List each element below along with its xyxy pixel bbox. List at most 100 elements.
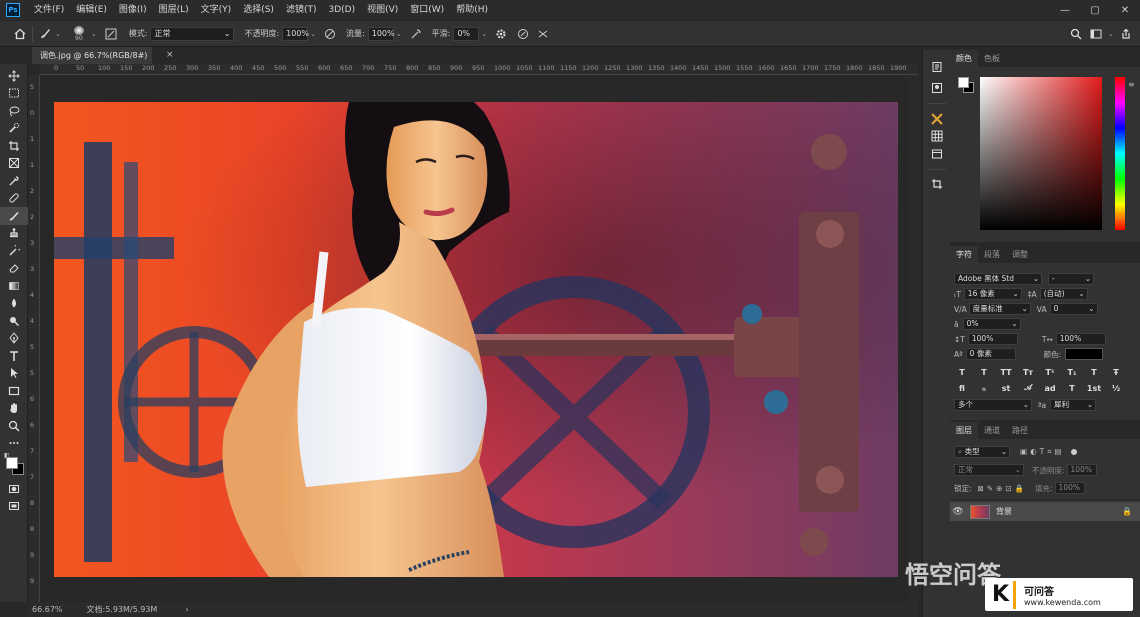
glyph-button[interactable]: T <box>1064 381 1080 395</box>
tool-presets-button[interactable] <box>923 110 951 128</box>
stamp-tool[interactable] <box>0 225 28 243</box>
tab-color-tabs-0[interactable]: 颜色 <box>950 50 978 67</box>
lock-icons[interactable]: ⊠✎⊕⊡🔒 <box>978 484 1027 493</box>
menu-item-9[interactable]: 窗口(W) <box>404 0 450 20</box>
color-swatch-pair[interactable] <box>958 77 974 93</box>
proportional-spacing-select[interactable]: 0% ⌄ <box>962 318 1021 330</box>
menu-item-3[interactable]: 图层(L) <box>153 0 195 20</box>
lasso-tool[interactable] <box>0 102 28 120</box>
layer-filter-select[interactable]: ⌕ 类型 ⌄ <box>954 446 1010 458</box>
gradient-tool[interactable] <box>0 277 28 295</box>
color-field[interactable] <box>980 77 1102 230</box>
opacity-dropdown[interactable]: ⌄ <box>310 30 316 38</box>
search-icon[interactable] <box>1068 26 1084 42</box>
glyph-button[interactable]: T¹ <box>1042 365 1058 379</box>
brush-preset-dropdown[interactable]: ⌄ <box>91 30 97 38</box>
tab-color-tabs-1[interactable]: 色板 <box>978 50 1006 67</box>
menu-item-0[interactable]: 文件(F) <box>28 0 70 20</box>
flow-dropdown[interactable]: ⌄ <box>396 30 402 38</box>
glyph-button[interactable]: T <box>1086 365 1102 379</box>
tab-char-tabs-2[interactable]: 调整 <box>1006 246 1034 263</box>
hue-slider[interactable] <box>1115 77 1125 230</box>
tab-layer-tabs-1[interactable]: 通道 <box>978 422 1006 439</box>
symmetry-icon[interactable] <box>535 26 551 42</box>
brush-preset-picker[interactable]: 90 <box>69 25 89 42</box>
frame-tool[interactable] <box>0 155 28 173</box>
tab-layer-tabs-0[interactable]: 图层 <box>950 422 978 439</box>
canvas-area[interactable] <box>40 75 918 602</box>
brush-tool[interactable] <box>0 207 28 225</box>
glyph-button[interactable]: ℴ <box>976 381 992 395</box>
home-icon[interactable] <box>12 26 28 42</box>
quick-select-tool[interactable] <box>0 120 28 138</box>
pressure-opacity-icon[interactable] <box>322 26 338 42</box>
zoom-tool[interactable] <box>0 417 28 435</box>
workspace-dropdown[interactable]: ⌄ <box>1108 30 1114 38</box>
blend-mode-select[interactable]: 正常 ⌄ <box>954 464 1024 476</box>
glyph-button[interactable]: 1st <box>1086 381 1102 395</box>
menu-item-6[interactable]: 滤镜(T) <box>280 0 323 20</box>
menu-item-8[interactable]: 视图(V) <box>361 0 404 20</box>
type-tool[interactable] <box>0 347 28 365</box>
leading-input[interactable]: (自动) ⌄ <box>1039 288 1088 300</box>
crop-tool[interactable] <box>0 137 28 155</box>
smooth-input[interactable]: 0% <box>453 26 480 41</box>
menu-item-2[interactable]: 图像(I) <box>113 0 153 20</box>
font-style-select[interactable]: - ⌄ <box>1048 273 1094 285</box>
crop-panel-button[interactable] <box>923 176 951 194</box>
glyph-button[interactable]: st <box>998 381 1014 395</box>
layer-opacity-input[interactable]: 100% <box>1066 464 1097 476</box>
zoom-level[interactable]: 66.67% <box>32 605 63 614</box>
fill-input[interactable]: 100% <box>1054 482 1085 494</box>
document-info[interactable]: 文档:5.93M/5.93M <box>87 604 158 615</box>
glyph-button[interactable]: T₁ <box>1064 365 1080 379</box>
antialias-select[interactable]: 犀利 ⌄ <box>1050 399 1097 411</box>
eye-icon[interactable]: 👁 <box>950 507 966 517</box>
glyph-button[interactable]: T <box>954 365 970 379</box>
restore-button[interactable]: ▢ <box>1080 0 1110 20</box>
status-menu-arrow[interactable]: › <box>185 605 188 614</box>
baseline-shift-input[interactable]: 0 像素 <box>965 348 1016 360</box>
history-panel-button[interactable] <box>923 58 951 76</box>
tab-char-tabs-0[interactable]: 字符 <box>950 246 978 263</box>
filter-toggle[interactable] <box>1070 449 1077 455</box>
language-select[interactable]: 多个 ⌄ <box>954 399 1032 411</box>
opacity-input[interactable]: 100% <box>282 26 309 41</box>
hand-tool[interactable] <box>0 400 28 418</box>
quick-mask-button[interactable] <box>0 480 28 498</box>
panel-menu-icon[interactable]: ≡ <box>1128 80 1135 89</box>
font-family-select[interactable]: Adobe 黑体 Std ⌄ <box>954 273 1042 285</box>
foreground-swatch[interactable] <box>958 77 969 88</box>
kerning-select[interactable]: 度量标准 ⌄ <box>968 303 1031 315</box>
glyph-button[interactable]: T <box>976 365 992 379</box>
menu-item-10[interactable]: 帮助(H) <box>450 0 494 20</box>
horizontal-scale-input[interactable]: 100% <box>1055 333 1106 345</box>
minimize-button[interactable]: — <box>1050 0 1080 20</box>
mode-select[interactable]: 正常 ⌄ <box>150 26 235 41</box>
smooth-dropdown[interactable]: ⌄ <box>481 30 487 38</box>
screen-mode-button[interactable] <box>0 498 28 516</box>
more-tools[interactable] <box>0 435 28 453</box>
glyph-button[interactable]: ad <box>1042 381 1058 395</box>
healing-tool[interactable] <box>0 190 28 208</box>
glyph-button[interactable]: TT <box>998 365 1014 379</box>
close-button[interactable]: ✕ <box>1110 0 1140 20</box>
menu-item-5[interactable]: 选择(S) <box>237 0 280 20</box>
glyph-button[interactable]: Ŧ <box>1108 365 1124 379</box>
pen-tool[interactable] <box>0 330 28 348</box>
glyph-button[interactable]: fi <box>954 381 970 395</box>
foreground-color-swatch[interactable] <box>6 457 18 469</box>
font-size-input[interactable]: 16 像素 ⌄ <box>963 288 1022 300</box>
workspace-icon[interactable] <box>1088 26 1104 42</box>
tracking-select[interactable]: 0 ⌄ <box>1049 303 1098 315</box>
share-icon[interactable] <box>1118 26 1134 42</box>
flow-input[interactable]: 100% <box>367 26 395 41</box>
marquee-tool[interactable] <box>0 85 28 103</box>
properties-panel-button[interactable] <box>923 80 951 98</box>
canvas-scrollbar[interactable] <box>908 75 918 602</box>
vertical-scale-input[interactable]: 100% <box>967 333 1018 345</box>
glyph-button[interactable]: 𝒜 <box>1020 381 1036 395</box>
tab-layer-tabs-2[interactable]: 路径 <box>1006 422 1034 439</box>
blur-tool[interactable] <box>0 295 28 313</box>
menu-item-1[interactable]: 编辑(E) <box>70 0 113 20</box>
